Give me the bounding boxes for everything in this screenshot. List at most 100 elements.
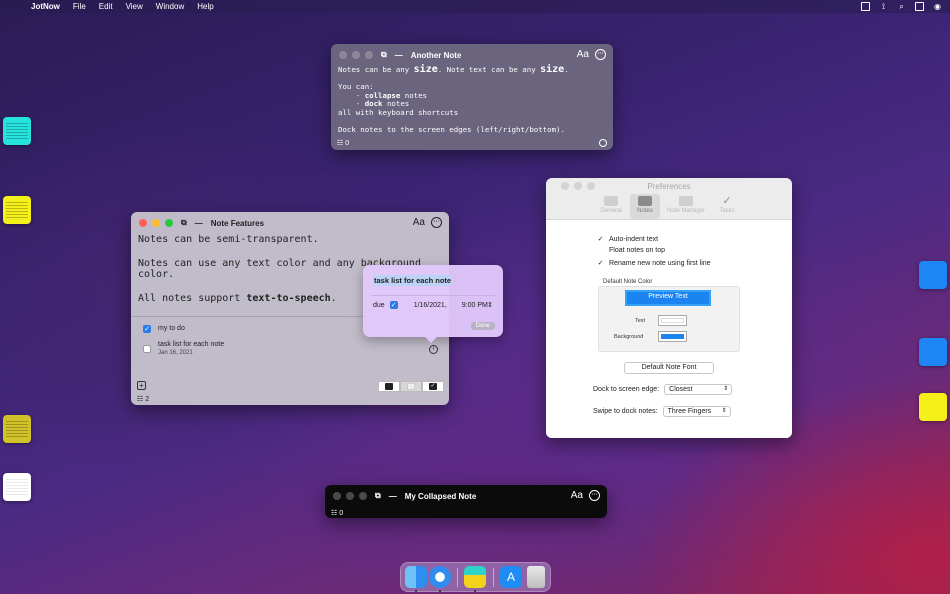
float-on-top-checkbox[interactable]: Float notes on top — [597, 247, 665, 254]
title-bar: ⧉ — My Collapsed Note Aa ··· — [325, 485, 607, 507]
zoom-button[interactable] — [587, 182, 595, 190]
note-title: Note Features — [210, 218, 265, 228]
docked-note-yellow[interactable] — [3, 196, 31, 224]
control-center-icon[interactable] — [915, 2, 924, 11]
add-task-button[interactable]: + — [137, 381, 146, 390]
info-icon[interactable]: i — [429, 345, 438, 354]
close-button[interactable] — [333, 492, 341, 500]
task-checkbox[interactable] — [143, 345, 151, 353]
task-label[interactable]: my to do — [158, 325, 185, 332]
due-date-field[interactable]: 1/16/2021, — [414, 302, 447, 309]
minimize-button[interactable] — [152, 219, 160, 227]
collapse-icon[interactable]: — — [395, 51, 403, 60]
search-icon[interactable]: ⌕ — [897, 2, 906, 11]
menu-window[interactable]: Window — [156, 2, 184, 11]
menu-view[interactable]: View — [126, 2, 143, 11]
task-checkbox[interactable]: ✓ — [143, 325, 151, 333]
zoom-button[interactable] — [359, 492, 367, 500]
dock: A — [400, 562, 551, 592]
note-text[interactable]: Notes can be any size. Note text can be … — [331, 65, 613, 134]
text-color-well[interactable] — [658, 315, 687, 326]
more-icon[interactable]: ··· — [431, 217, 442, 228]
auto-indent-checkbox[interactable]: ✓ Auto-indent text — [597, 235, 658, 244]
antenna-icon[interactable]: ⟟ — [879, 2, 888, 11]
collapse-icon[interactable]: — — [195, 219, 203, 228]
font-button[interactable]: Aa — [577, 49, 589, 60]
globe-icon[interactable] — [599, 139, 607, 147]
menu-app-jotnow[interactable]: JotNow — [31, 2, 60, 11]
docked-note-olive[interactable] — [3, 415, 31, 443]
swatch-light[interactable] — [400, 381, 422, 392]
minimize-button[interactable] — [352, 51, 360, 59]
app-store-icon[interactable]: A — [500, 566, 522, 588]
swatch-dark[interactable] — [378, 381, 400, 392]
task-list-icon: ☷ — [337, 140, 344, 147]
apple-menu-icon[interactable] — [11, 3, 21, 11]
due-checkbox[interactable]: ✓ — [389, 301, 398, 309]
stepper-icon[interactable]: ⇕ — [487, 301, 493, 309]
font-button[interactable]: Aa — [571, 490, 583, 501]
more-icon[interactable]: ··· — [589, 490, 600, 501]
task-count[interactable]: ☷ 0 — [331, 509, 343, 517]
zoom-button[interactable] — [365, 51, 373, 59]
window-controls — [139, 219, 173, 227]
minimize-button[interactable] — [574, 182, 582, 190]
preferences-content: ✓ Auto-indent text Float notes on top ✓ Re… — [546, 220, 792, 438]
rename-first-line-checkbox[interactable]: ✓ Rename new note using first line — [597, 259, 711, 268]
collapse-icon[interactable]: — — [389, 492, 397, 501]
menu-bar: JotNow File Edit View Window Help ⟟ ⌕ ◉ — [0, 0, 950, 13]
preferences-toolbar: General Notes Note Manager ✓ Tasks — [546, 194, 792, 220]
notes-icon — [638, 196, 652, 206]
docked-note-yellow-right[interactable] — [919, 393, 947, 421]
copy-icon[interactable]: ⧉ — [181, 218, 187, 228]
tab-note-manager[interactable]: Note Manager — [664, 194, 708, 219]
background-color-label: Background — [614, 334, 644, 340]
close-button[interactable] — [561, 182, 569, 190]
switch-icon — [604, 196, 618, 206]
task-list-icon: ☷ — [331, 510, 338, 517]
default-font-button[interactable]: Default Note Font — [624, 362, 714, 374]
default-color-label: Default Note Color — [603, 279, 653, 285]
swipe-select[interactable]: Three Fingers ⇕ — [662, 406, 731, 417]
tab-general[interactable]: General — [596, 194, 626, 219]
jotnow-icon[interactable] — [464, 566, 486, 588]
menu-file[interactable]: File — [73, 2, 86, 11]
swatch-checked[interactable]: ✓ — [422, 381, 444, 392]
task-count[interactable]: ☷ 0 — [337, 139, 349, 147]
font-button[interactable]: Aa — [413, 217, 425, 228]
close-button[interactable] — [139, 219, 147, 227]
preferences-window: Preferences General Notes Note Manager ✓… — [546, 178, 792, 438]
tab-notes[interactable]: Notes — [630, 194, 660, 219]
task-title-field[interactable]: task list for each note — [373, 275, 453, 286]
background-color-well[interactable] — [658, 331, 687, 342]
more-icon[interactable]: ··· — [595, 49, 606, 60]
task-label[interactable]: task list for each note — [158, 341, 224, 348]
zoom-button[interactable] — [165, 219, 173, 227]
safari-icon[interactable] — [429, 566, 451, 588]
menu-edit[interactable]: Edit — [99, 2, 113, 11]
running-indicator — [474, 590, 476, 592]
docked-note-blue-1[interactable] — [919, 261, 947, 289]
menu-help[interactable]: Help — [197, 2, 213, 11]
updown-icon: ⇕ — [721, 408, 727, 414]
docked-note-blue-2[interactable] — [919, 338, 947, 366]
done-button[interactable]: Done — [470, 322, 495, 330]
title-bar: Preferences — [546, 178, 792, 194]
siri-icon[interactable]: ◉ — [933, 2, 942, 11]
dock-edge-select[interactable]: Closest ⇕ — [664, 384, 733, 395]
docked-note-white[interactable] — [3, 473, 31, 501]
due-time-field[interactable]: 9:00 PM — [462, 302, 488, 309]
copy-icon[interactable]: ⧉ — [375, 491, 381, 501]
task-list-icon: ☷ — [137, 396, 144, 403]
window-controls — [333, 492, 367, 500]
close-button[interactable] — [339, 51, 347, 59]
minimize-button[interactable] — [346, 492, 354, 500]
note-status-icon[interactable] — [861, 2, 870, 11]
copy-icon[interactable]: ⧉ — [381, 50, 387, 60]
finder-icon[interactable] — [405, 566, 427, 588]
tab-tasks[interactable]: ✓ Tasks — [712, 194, 742, 219]
window-title: Preferences — [647, 181, 691, 191]
trash-icon[interactable] — [527, 566, 545, 588]
task-count[interactable]: ☷ 2 — [137, 395, 149, 403]
docked-note-cyan[interactable] — [3, 117, 31, 145]
